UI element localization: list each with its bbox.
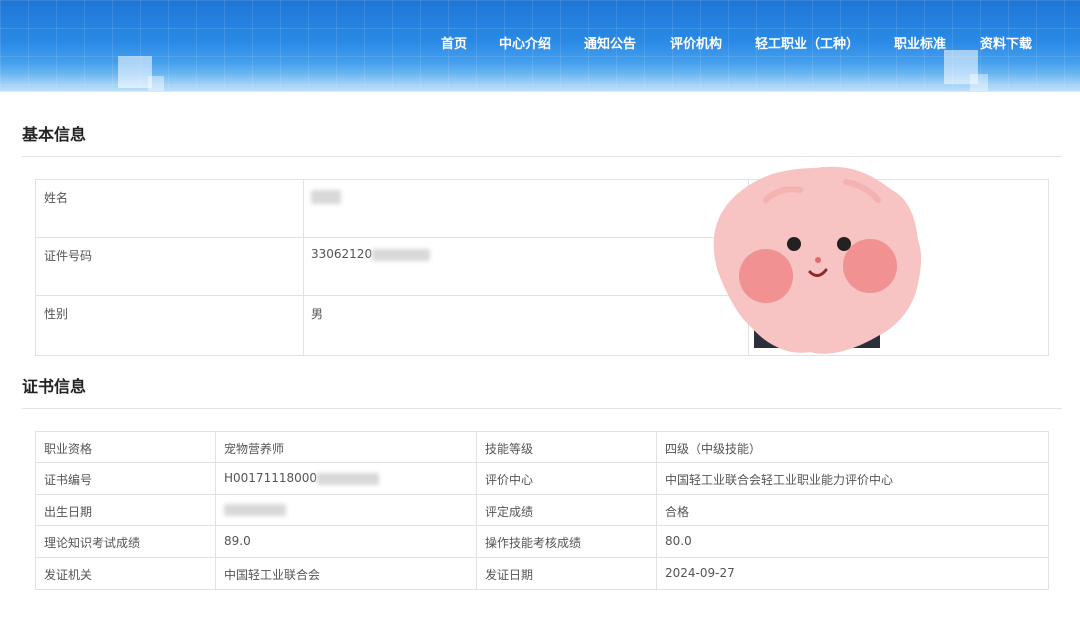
nav-item-downloads[interactable]: 资料下载 (980, 35, 1032, 55)
redacted-blur (311, 189, 341, 204)
sticker-eye-left (787, 237, 801, 251)
issuing-authority-label: 发证机关 (44, 567, 93, 582)
section-divider (22, 408, 1062, 409)
banner-bottom-line (0, 91, 1080, 92)
table-row: 发证机关 中国轻工业联合会 发证日期 2024-09-27 (36, 558, 1048, 589)
table-row: 出生日期 评定成绩 合格 (36, 495, 1048, 527)
sticker-cheek-right (843, 239, 897, 293)
basic-info-title: 基本信息 (22, 125, 87, 144)
sticker-eye-right (837, 237, 851, 251)
skill-score-label: 操作技能考核成绩 (485, 536, 582, 551)
nav-item-standards[interactable]: 职业标准 (894, 35, 946, 55)
assessment-result-value: 合格 (665, 504, 690, 519)
issue-date-value: 2024-09-27 (665, 565, 735, 580)
nav-item-occupations[interactable]: 轻工职业（工种） (755, 35, 859, 55)
nav-item-notices[interactable]: 通知公告 (584, 35, 636, 55)
id-number-value: 33062120 (311, 247, 431, 261)
certificate-info-title: 证书信息 (22, 377, 87, 396)
table-row: 证件号码 33062120 (36, 238, 748, 296)
banner-decor-square (118, 56, 152, 88)
cartoon-face-sticker-icon (713, 166, 922, 354)
banner-decor-square (970, 74, 988, 92)
name-value (311, 189, 341, 204)
redacted-blur (224, 504, 286, 517)
sticker-nose (815, 257, 821, 263)
banner-decor-square (148, 76, 164, 92)
id-number-label: 证件号码 (44, 249, 93, 263)
issuing-authority-value: 中国轻工业联合会 (224, 567, 321, 582)
assessment-result-label: 评定成绩 (485, 504, 534, 519)
name-label: 姓名 (44, 191, 69, 205)
birth-date-label: 出生日期 (44, 504, 93, 519)
table-row: 理论知识考试成绩 89.0 操作技能考核成绩 80.0 (36, 526, 1048, 558)
sticker-cheek-left (739, 249, 793, 303)
skill-level-label: 技能等级 (485, 442, 534, 456)
skill-level-value: 四级（中级技能） (665, 442, 762, 456)
nav-item-about[interactable]: 中心介绍 (499, 35, 551, 55)
evaluation-center-value: 中国轻工业联合会轻工业职业能力评价中心 (665, 473, 894, 488)
gender-label: 性别 (44, 307, 69, 321)
section-divider (22, 156, 1062, 157)
certificate-number-label: 证书编号 (44, 473, 93, 488)
theory-score-label: 理论知识考试成绩 (44, 536, 141, 551)
main-nav: 首页 中心介绍 通知公告 评价机构 轻工职业（工种） 职业标准 资料下载 (0, 35, 1080, 55)
issue-date-label: 发证日期 (485, 567, 534, 582)
occupation-label: 职业资格 (44, 442, 93, 456)
table-row: 性别 男 (36, 296, 748, 354)
occupation-value: 宠物营养师 (224, 442, 285, 456)
gender-value: 男 (311, 307, 324, 321)
certificate-number-value: H00171118000 (224, 471, 380, 485)
table-row: 姓名 (36, 180, 748, 238)
evaluation-center-label: 评价中心 (485, 473, 534, 488)
theory-score-value: 89.0 (224, 534, 251, 549)
table-row: 职业资格 宠物营养师 技能等级 四级（中级技能） (36, 432, 1048, 464)
certificate-info-table: 职业资格 宠物营养师 技能等级 四级（中级技能） 证书编号 H001711180… (35, 431, 1049, 590)
table-row: 证书编号 H00171118000 评价中心 中国轻工业联合会轻工业职业能力评价… (36, 463, 1048, 495)
redacted-blur (317, 472, 380, 485)
skill-score-value: 80.0 (665, 534, 692, 549)
header-banner: 首页 中心介绍 通知公告 评价机构 轻工职业（工种） 职业标准 资料下载 (0, 0, 1080, 92)
nav-item-institutions[interactable]: 评价机构 (670, 35, 722, 55)
nav-item-home[interactable]: 首页 (441, 35, 467, 55)
id-photo (706, 160, 926, 360)
redacted-blur (372, 248, 431, 261)
birth-date-value (224, 503, 286, 517)
